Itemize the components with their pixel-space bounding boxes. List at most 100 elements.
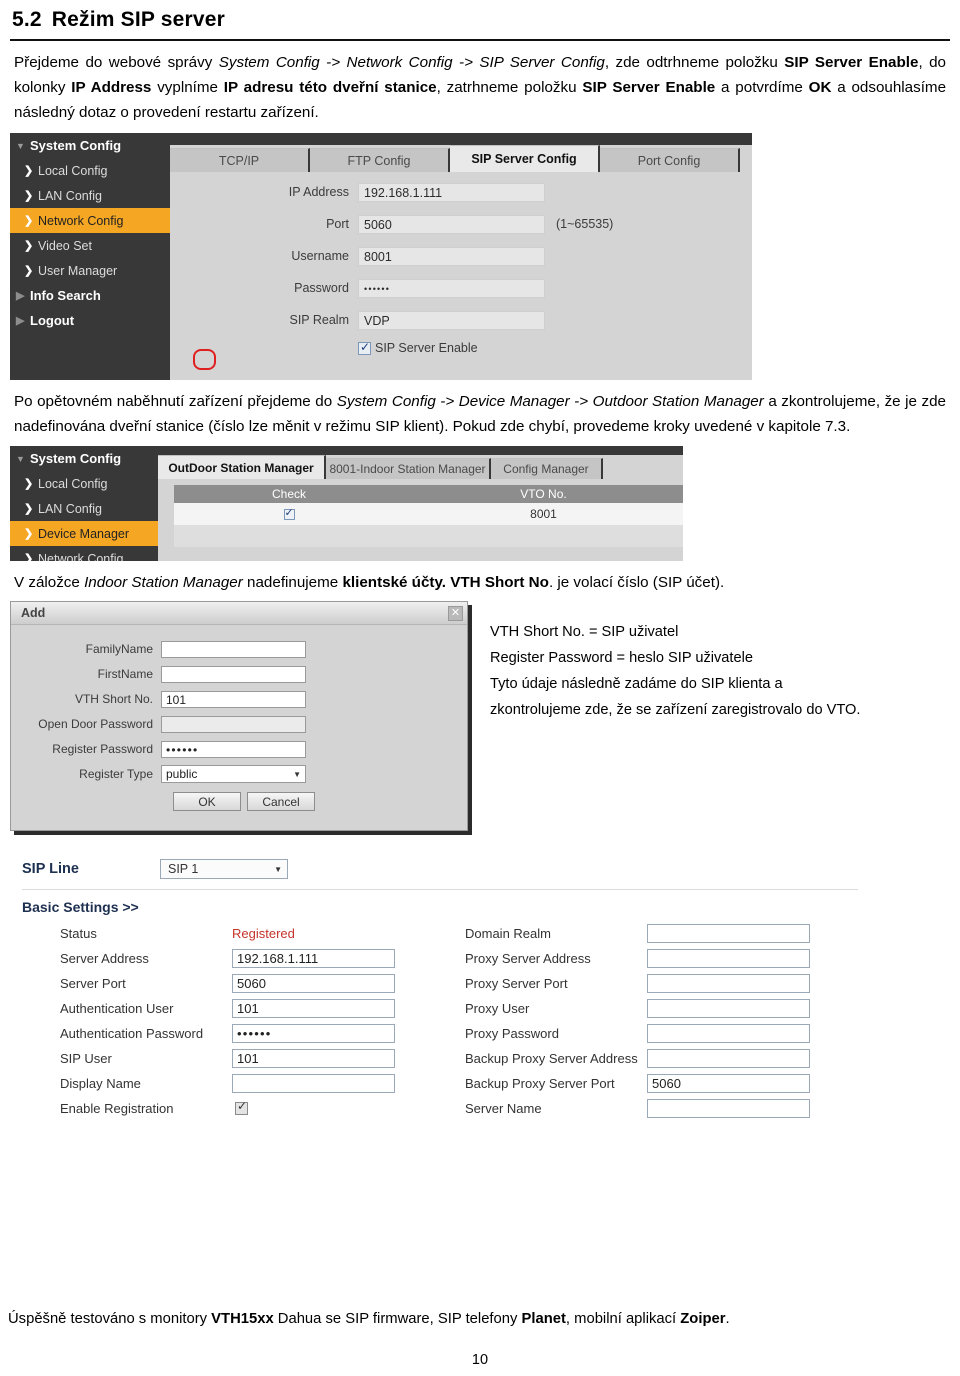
p1-path-1: System Config -> Network Config -> SIP S… [218,54,605,71]
p1-bold-5: OK [808,79,832,96]
username-input[interactable]: 8001 [358,246,545,266]
sidebar-item-lan-config[interactable]: ❯ LAN Config [10,496,158,521]
sidebar-item-info-search[interactable]: ▶ Info Search [10,283,170,308]
sidebar-label: Logout [30,313,75,328]
sip-server-enable-label: SIP Server Enable [375,341,478,355]
sip-server-form: IP Address 192.168.1.111 Port 5060 (1~65… [170,172,752,355]
sidebar-item-lan-config[interactable]: ❯ LAN Config [10,183,170,208]
sidebar-item-local-config[interactable]: ❯ Local Config [10,471,158,496]
domain-realm-input[interactable] [647,924,810,943]
vth-short-no-input[interactable]: 101 [161,690,306,708]
label-proxy-server-port: Proxy Server Port [465,976,568,991]
label-register-password: Register Password [52,742,153,756]
display-name-input[interactable] [232,1074,395,1093]
paragraph-2: Po opětovném naběhnutí zařízení přejdeme… [14,389,946,439]
sidebar-item-logout[interactable]: ▶ Logout [10,308,170,333]
close-icon[interactable]: ✕ [448,605,463,621]
sip-line-select[interactable]: SIP 1 ▼ [160,859,288,879]
tab-outdoor-station-manager[interactable]: OutDoor Station Manager [158,455,326,479]
sidebar-item-network-config[interactable]: ❯ Network Config [10,546,158,562]
row-domain-realm: Domain Realm [447,921,872,946]
server-name-input[interactable] [647,1099,810,1118]
tab-port-config[interactable]: Port Config [600,148,740,172]
row-vto-no-cell: 8001 [530,507,557,521]
sip-line-right-column: Domain Realm Proxy Server Address Proxy … [447,921,872,1121]
red-highlight-annotation [193,349,216,370]
ok-button[interactable]: OK [173,792,241,811]
sidebar-label: Network Config [38,213,124,228]
screenshot-sip-server-config: ▼ System Config ❯ Local Config ❯ LAN Con… [10,133,752,380]
register-type-select[interactable]: public ▼ [161,765,306,783]
tab-tcp-ip[interactable]: TCP/IP [170,148,310,172]
tab-sip-server-config[interactable]: SIP Server Config [450,145,600,172]
sidebar-item-network-config[interactable]: ❯ Network Config [10,208,170,233]
tab-ftp-config[interactable]: FTP Config [310,148,450,172]
label-family-name: FamilyName [85,642,153,656]
add-dialog-body: FamilyName FirstName VTH Short No. 101 O… [11,625,467,811]
proxy-server-address-input[interactable] [647,949,810,968]
authentication-user-input[interactable]: 101 [232,999,395,1018]
chevron-down-icon: ▼ [274,864,282,874]
caret-right-icon: ▶ [16,290,25,302]
sidebar-item-system-config[interactable]: ▼ System Config [10,133,170,158]
column-header-check: Check [271,487,306,501]
family-name-input[interactable] [161,640,306,658]
authentication-password-input[interactable]: •••••• [232,1024,395,1043]
sidebar-item-device-manager[interactable]: ❯ Device Manager [10,521,158,546]
page-number: 10 [471,1352,489,1368]
shot1-tabbar: TCP/IP FTP Config SIP Server Config Port… [170,145,752,172]
password-input[interactable]: •••••• [358,278,545,298]
server-address-input[interactable]: 192.168.1.111 [232,949,395,968]
row-status: Status Registered [22,921,447,946]
add-dialog-titlebar: Add ✕ [11,602,467,625]
footer-bold-2: Planet [521,1311,566,1327]
proxy-server-port-input[interactable] [647,974,810,993]
label-username: Username [291,249,349,263]
sidebar-item-video-set[interactable]: ❯ Video Set [10,233,170,258]
row-proxy-password: Proxy Password [447,1021,872,1046]
label-password: Password [294,281,349,295]
port-input[interactable]: 5060 [358,214,545,234]
ip-address-input[interactable]: 192.168.1.111 [358,182,545,202]
field-row-vth-short-no: VTH Short No. 101 [11,690,467,708]
footer-text-d: , mobilní aplikací [565,1311,681,1327]
sip-line-columns: Status Registered Server Address 192.168… [22,921,872,1121]
open-door-password-input[interactable] [161,715,306,733]
p3-text-b: nadefinujeme [242,574,343,591]
caret-down-icon: ▼ [16,453,25,464]
first-name-input[interactable] [161,665,306,683]
field-row-register-password: Register Password •••••• [11,740,467,758]
table-row[interactable]: 8001 [174,503,683,525]
row-checkbox[interactable] [283,506,295,521]
footer-text-a: Úspěšně testováno s monitory [8,1311,212,1327]
server-port-input[interactable]: 5060 [232,974,395,993]
p1-text-b: , zde odtrhneme položku [604,54,785,71]
sidebar-item-system-config[interactable]: ▼ System Config [10,446,158,471]
sidebar-label: Info Search [30,288,101,303]
proxy-password-input[interactable] [647,1024,810,1043]
sidebar-item-user-manager[interactable]: ❯ User Manager [10,258,170,283]
cancel-button[interactable]: Cancel [247,792,315,811]
enable-registration-checkbox[interactable] [235,1099,248,1115]
sip-server-enable-checkbox[interactable] [358,340,371,355]
footer-bold-3: Zoiper [680,1311,726,1327]
proxy-user-input[interactable] [647,999,810,1018]
sidebar-item-local-config[interactable]: ❯ Local Config [10,158,170,183]
row-server-address: Server Address 192.168.1.111 [22,946,447,971]
caret-right-icon: ▶ [16,315,25,327]
backup-proxy-server-address-input[interactable] [647,1049,810,1068]
label-display-name: Display Name [60,1076,141,1091]
sidebar-label: Video Set [38,238,92,253]
sip-user-input[interactable]: 101 [232,1049,395,1068]
label-server-address: Server Address [60,951,149,966]
basic-settings-header[interactable]: Basic Settings >> [22,899,872,915]
sip-realm-input[interactable]: VDP [358,310,545,330]
tab-config-manager[interactable]: Config Manager [491,458,603,479]
caret-down-icon: ▼ [16,140,25,151]
label-domain-realm: Domain Realm [465,926,551,941]
tab-indoor-station-manager[interactable]: 8001-Indoor Station Manager [326,458,491,479]
side-note-line-4: zkontrolujeme zde, že se zařízení zaregi… [490,702,861,718]
p1-text-f: a potvrdíme [715,79,809,96]
register-password-input[interactable]: •••••• [161,740,306,758]
backup-proxy-server-port-input[interactable]: 5060 [647,1074,810,1093]
